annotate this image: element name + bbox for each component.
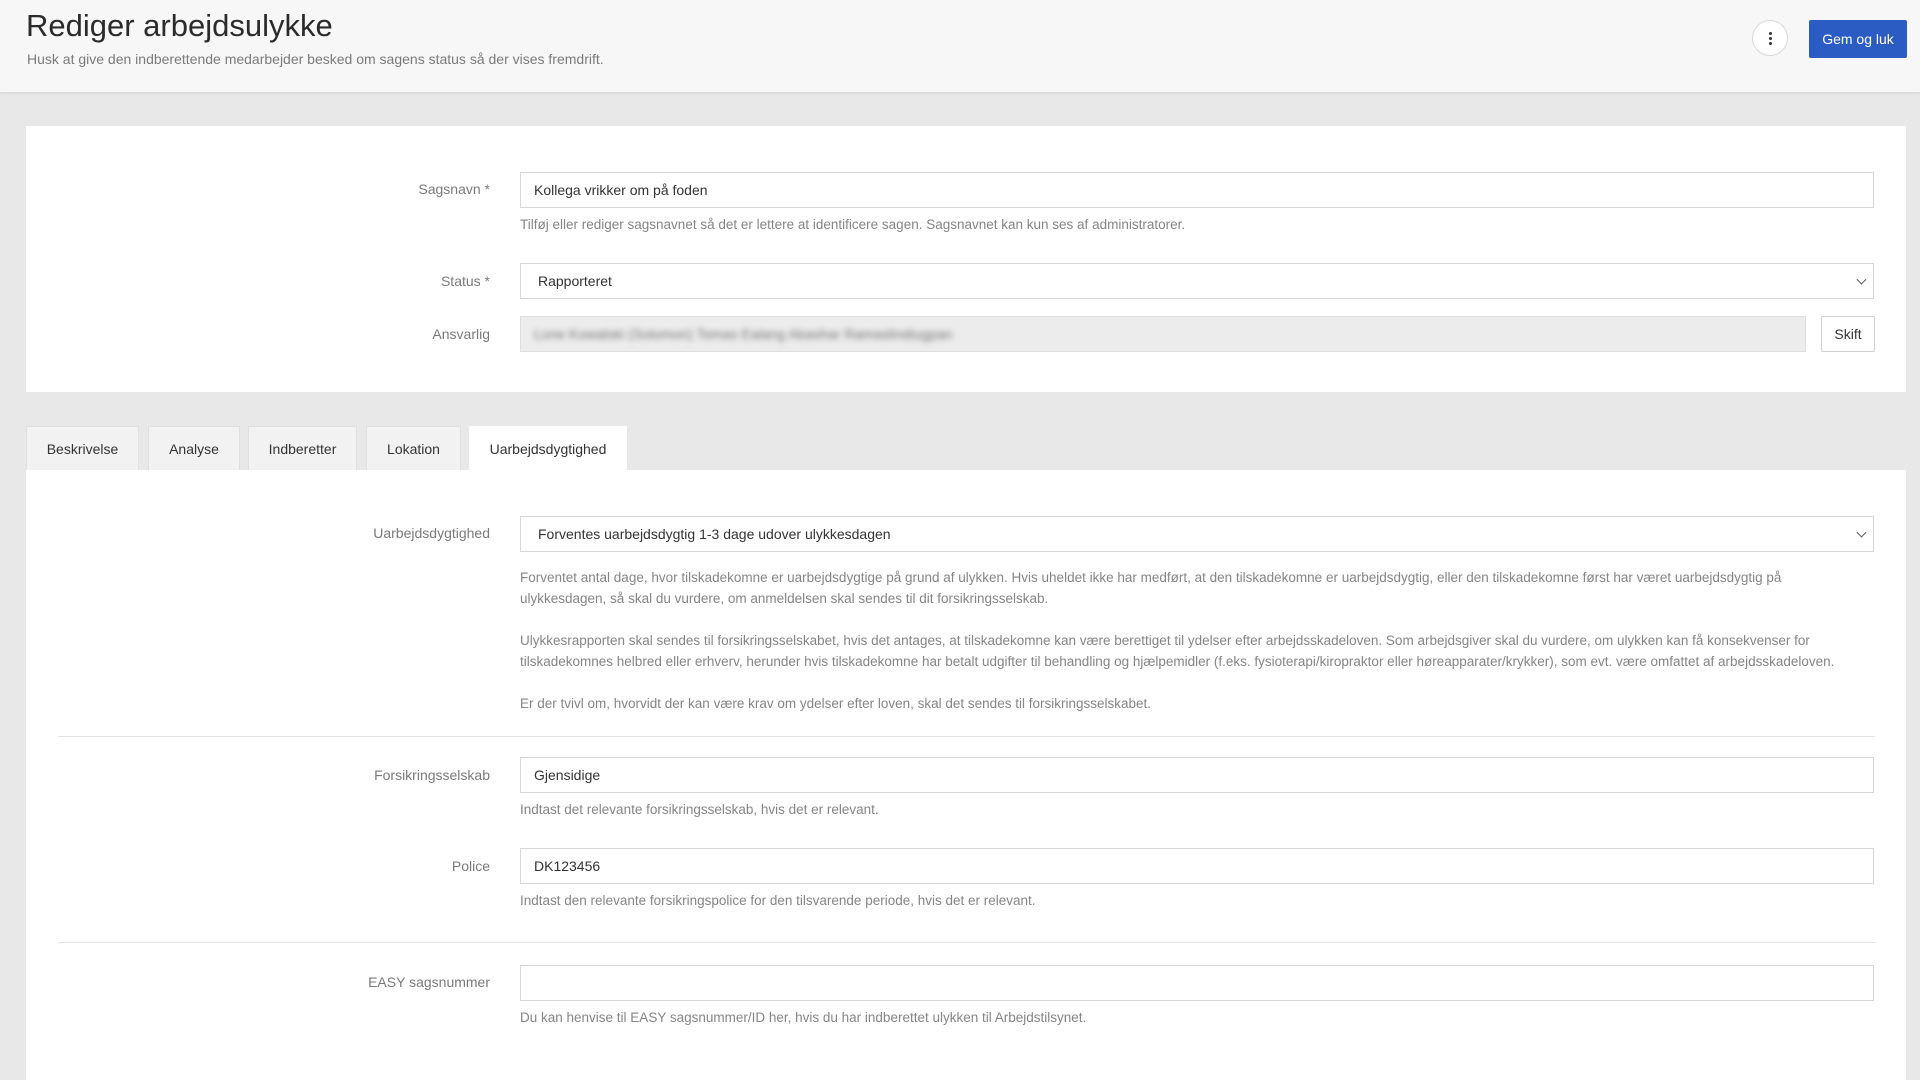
section-divider [58, 942, 1875, 943]
section-divider [58, 736, 1875, 737]
incapacity-label: Uarbejdsdygtighed [373, 525, 490, 541]
page-title: Rediger arbejdsulykke [26, 8, 333, 43]
tab-indberetter[interactable]: Indberetter [248, 426, 357, 470]
case-name-input[interactable]: Kollega vrikker om på foden [520, 172, 1874, 208]
status-label: Status * [440, 273, 490, 289]
incapacity-select[interactable]: Forventes uarbejdsdygtig 1-3 dage udover… [520, 516, 1874, 552]
incapacity-help-1-line-2: ulykkesdagen, så skal du vurdere, om anm… [520, 591, 1049, 606]
easy-case-number-input[interactable] [520, 965, 1874, 1001]
incapacity-help-3: Er der tvivl om, hvorvidt der kan være k… [520, 696, 1151, 711]
more-options-button[interactable] [1752, 20, 1788, 56]
incapacity-help-2-line-2: tilskadekomnes helbred eller erhverv, he… [520, 654, 1835, 669]
chevron-down-icon [1856, 274, 1867, 285]
status-select-value: Rapporteret [538, 273, 612, 289]
tab-lokation[interactable]: Lokation [366, 426, 461, 470]
insurance-company-label: Forsikringsselskab [374, 767, 490, 783]
incapacity-select-value: Forventes uarbejdsdygtig 1-3 dage udover… [538, 526, 891, 542]
tab-uarbejdsdygtighed[interactable]: Uarbejdsdygtighed [469, 426, 627, 471]
incapacity-panel: Uarbejdsdygtighed Forventes uarbejdsdygt… [26, 470, 1906, 1080]
more-vertical-icon [1768, 31, 1772, 45]
case-details-card: Sagsnavn * Kollega vrikker om på foden T… [26, 126, 1906, 392]
insurance-company-help: Indtast det relevante forsikringsselskab… [520, 802, 879, 817]
incapacity-help-2-line-1: Ulykkesrapporten skal sendes til forsikr… [520, 633, 1810, 648]
responsible-value: Lone Kowalski (Solomon) Tomas Ealang Aba… [534, 326, 953, 342]
tab-beskrivelse[interactable]: Beskrivelse [26, 426, 139, 470]
responsible-field: Lone Kowalski (Solomon) Tomas Ealang Aba… [520, 316, 1806, 352]
incapacity-help-2: Ulykkesrapporten skal sendes til forsikr… [520, 630, 1880, 672]
responsible-label: Ansvarlig [432, 326, 490, 342]
save-and-close-button[interactable]: Gem og luk [1809, 20, 1907, 58]
policy-help: Indtast den relevante forsikringspolice … [520, 893, 1036, 908]
insurance-company-input[interactable]: Gjensidige [520, 757, 1874, 793]
easy-case-number-help: Du kan henvise til EASY sagsnummer/ID he… [520, 1010, 1087, 1025]
tab-analyse[interactable]: Analyse [148, 426, 240, 470]
case-name-label: Sagsnavn * [418, 181, 490, 197]
change-responsible-button[interactable]: Skift [1821, 316, 1875, 352]
case-name-help: Tilføj eller rediger sagsnavnet så det e… [520, 217, 1186, 232]
page-subtitle: Husk at give den indberettende medarbejd… [27, 51, 604, 67]
easy-case-number-label: EASY sagsnummer [368, 974, 490, 990]
page-header: Rediger arbejdsulykke Husk at give den i… [0, 0, 1920, 93]
policy-input[interactable]: DK123456 [520, 848, 1874, 884]
incapacity-help-1-line-1: Forventet antal dage, hvor tilskadekomne… [520, 570, 1782, 585]
chevron-down-icon [1856, 527, 1867, 538]
policy-label: Police [451, 858, 490, 874]
status-select[interactable]: Rapporteret [520, 263, 1874, 299]
incapacity-help-1: Forventet antal dage, hvor tilskadekomne… [520, 567, 1880, 609]
